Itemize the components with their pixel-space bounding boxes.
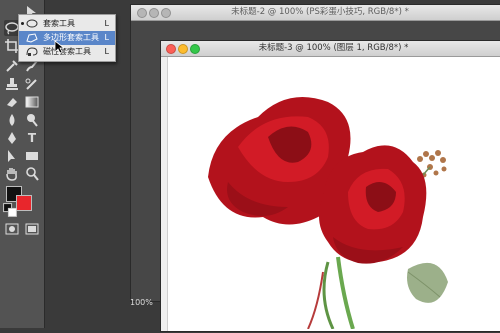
pen-tool-icon[interactable] (4, 130, 20, 146)
flyout-item-shortcut: L (104, 47, 109, 56)
flyout-item-label: 磁性套索工具 (43, 47, 91, 56)
blur-tool-icon[interactable] (4, 112, 20, 128)
lasso-icon (26, 19, 38, 28)
rose-image (208, 97, 448, 330)
flyout-item-shortcut: L (104, 33, 109, 42)
default-colors-icon[interactable] (2, 202, 17, 217)
magnetic-lasso-icon (26, 47, 38, 56)
front-window-titlebar[interactable]: 未标题-3 @ 100% (图层 1, RGB/8*) * (161, 41, 500, 57)
watermark: Baidu经验 (426, 309, 494, 324)
zoom-tool-icon[interactable] (24, 166, 40, 182)
history-brush-tool-icon[interactable] (24, 76, 40, 92)
flyout-item-lasso[interactable]: 套索工具 L (19, 17, 115, 31)
polygonal-lasso-icon (26, 33, 38, 43)
mouse-cursor-icon (54, 40, 64, 54)
background-color-swatch[interactable] (16, 195, 32, 211)
flyout-item-shortcut: L (104, 19, 109, 28)
hand-tool-icon[interactable] (4, 166, 20, 182)
type-tool-icon[interactable]: T (24, 130, 40, 146)
eraser-tool-icon[interactable] (4, 94, 20, 110)
back-window-title: 未标题-2 @ 100% (PS彩蛋小技巧, RGB/8*) * (231, 7, 409, 17)
gradient-tool-icon[interactable] (24, 94, 40, 110)
screen-mode-icon[interactable] (24, 221, 40, 237)
flyout-item-label: 多边形套索工具 (43, 33, 99, 42)
zoom-status[interactable]: 100% (130, 298, 160, 310)
left-ruler (161, 57, 168, 331)
flyout-item-magnetic-lasso[interactable]: 磁性套索工具 L (19, 45, 115, 59)
document-canvas[interactable] (168, 57, 500, 331)
quick-mask-icon[interactable] (4, 221, 20, 237)
clone-stamp-tool-icon[interactable] (4, 76, 20, 92)
dodge-tool-icon[interactable] (24, 112, 40, 128)
back-window-titlebar[interactable]: 未标题-2 @ 100% (PS彩蛋小技巧, RGB/8*) * (131, 5, 500, 21)
current-tool-indicator-icon (21, 22, 24, 25)
flyout-item-polygonal-lasso[interactable]: 多边形套索工具 L (19, 31, 115, 45)
rectangle-tool-icon[interactable] (24, 148, 40, 164)
front-window-title: 未标题-3 @ 100% (图层 1, RGB/8*) * (258, 43, 409, 53)
document-window-front: 未标题-3 @ 100% (图层 1, RGB/8*) * (160, 40, 500, 332)
flyout-item-label: 套索工具 (43, 19, 75, 28)
path-selection-tool-icon[interactable] (4, 148, 20, 164)
lasso-tool-flyout-menu: 套索工具 L 多边形套索工具 L 磁性套索工具 L (18, 14, 116, 62)
